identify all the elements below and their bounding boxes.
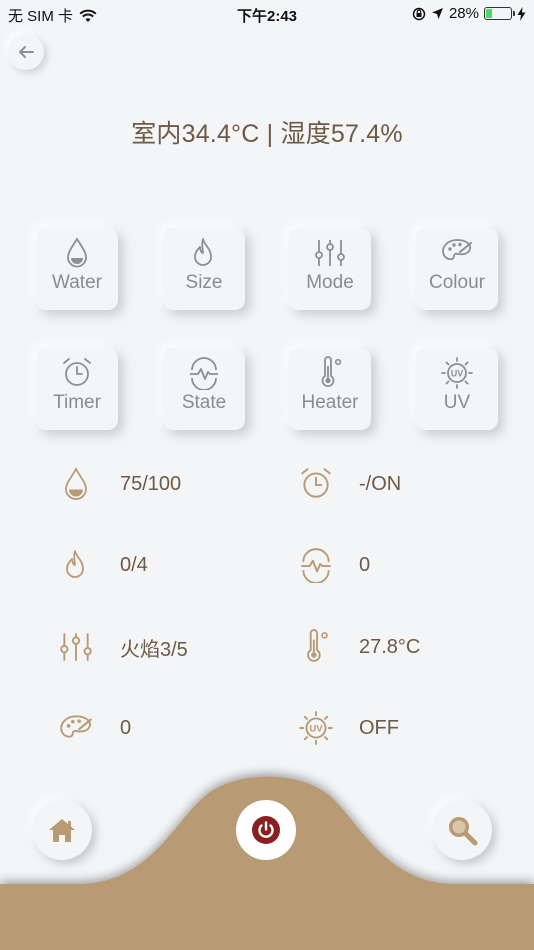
uv-stat-value: OFF [359, 716, 399, 739]
mode-stat-value: 火焰3/5 [120, 638, 188, 661]
thermometer-icon [321, 356, 342, 387]
svg-text:UV: UV [309, 724, 323, 735]
water-button[interactable]: Water [36, 228, 118, 310]
palette-icon [60, 715, 92, 738]
search-button[interactable] [432, 800, 492, 860]
mode-button[interactable]: Mode [289, 228, 371, 310]
uv-sun-icon: UV [441, 357, 473, 389]
home-button[interactable] [32, 800, 92, 860]
timer-button[interactable]: Timer [36, 348, 118, 430]
battery-icon [484, 7, 515, 20]
water-drop-icon [67, 237, 87, 268]
colour-stat: 0 [58, 710, 131, 746]
status-bar: 无 SIM 卡 下午2:43 28% [0, 0, 534, 28]
alarm-clock-icon [301, 468, 331, 498]
uv-sun-icon: UV [299, 711, 333, 745]
size-label: Size [185, 272, 223, 293]
mode-label: Mode [306, 272, 354, 293]
colour-label: Colour [429, 272, 485, 293]
mode-stat: 火焰3/5 [58, 629, 188, 665]
state-label: State [181, 392, 227, 413]
palette-icon [442, 239, 472, 261]
state-stat: 0 [298, 547, 370, 583]
timer-stat: -/ON [298, 466, 401, 502]
flame-icon [66, 550, 84, 578]
size-stat: 0/4 [58, 547, 148, 583]
charging-bolt-icon [517, 6, 526, 21]
uv-label: UV [443, 392, 471, 413]
alarm-clock-icon [63, 358, 91, 386]
state-stat-value: 0 [359, 553, 371, 576]
heater-button[interactable]: Heater [289, 348, 371, 430]
timer-label: Timer [53, 392, 101, 413]
size-button[interactable]: Size [163, 228, 245, 310]
state-button[interactable]: State [163, 348, 245, 430]
water-label: Water [52, 272, 102, 293]
heater-stat: 27.8°C [298, 629, 420, 665]
heater-label: Heater [301, 392, 359, 413]
colour-stat-value: 0 [120, 716, 132, 739]
uv-button[interactable]: UV UV [416, 348, 498, 430]
power-icon [252, 816, 280, 844]
uv-stat: UV OFF [298, 710, 399, 746]
home-icon [49, 819, 75, 842]
size-stat-value: 0/4 [120, 553, 148, 576]
pulse-icon [190, 357, 218, 390]
battery-percent: 28% [448, 5, 479, 22]
water-drop-icon [65, 467, 87, 500]
back-button[interactable] [8, 34, 44, 70]
timer-stat-value: -/ON [359, 472, 402, 495]
power-button[interactable] [236, 800, 296, 860]
location-arrow-icon [431, 8, 443, 19]
heater-stat-value: 27.8°C [359, 635, 421, 658]
arrow-left-icon [19, 46, 34, 58]
flame-icon [194, 238, 212, 266]
water-stat: 75/100 [58, 466, 181, 502]
pulse-icon [301, 548, 331, 583]
orientation-lock-icon [412, 7, 426, 20]
climate-readout: 室内34.4°C | 湿度57.4% [131, 120, 403, 148]
colour-button[interactable]: Colour [416, 228, 498, 310]
search-icon [449, 817, 478, 846]
thermometer-icon [307, 629, 328, 662]
svg-text:UV: UV [451, 369, 464, 379]
sliders-icon [315, 240, 345, 266]
water-stat-value: 75/100 [120, 472, 182, 495]
sliders-icon [60, 633, 92, 661]
